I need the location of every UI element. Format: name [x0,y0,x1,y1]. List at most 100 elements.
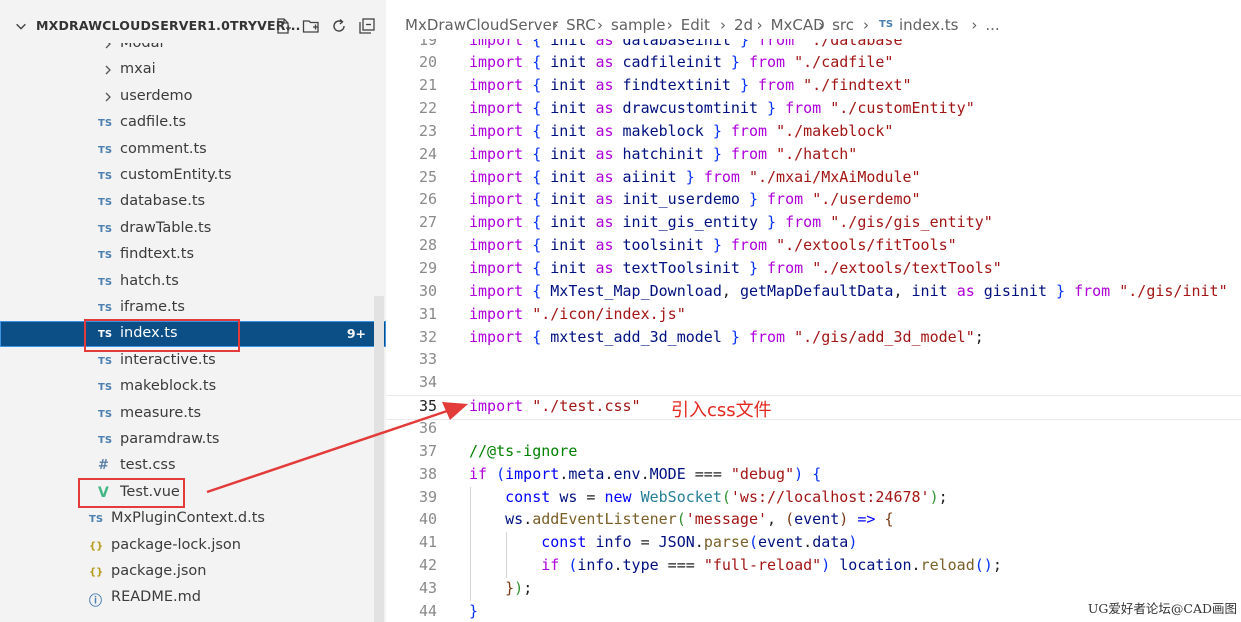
line-number: 30 [418,281,437,300]
file-item-readme-md[interactable]: ⓘ README.md [0,585,386,611]
code-line[interactable]: 24 import { init as hatchinit } from "./h… [386,144,1241,167]
sidebar-scrollbar[interactable] [374,296,384,622]
file-item-hatch-ts[interactable]: TS hatch.ts [0,269,386,295]
code-line[interactable]: 34 [386,372,1241,395]
code-line[interactable]: 32 import { mxtest_add_3d_model } from ".… [386,327,1241,350]
breadcrumb-segment[interactable]: MxDrawCloudServer [405,16,558,34]
file-item-drawtable-ts[interactable]: TS drawTable.ts [0,216,386,242]
code-token: init [550,213,587,232]
file-item-label: test.css [120,457,176,474]
code-token: { [532,121,542,140]
code-token: , [893,281,912,300]
file-item-package-json[interactable]: {} package.json [0,559,386,585]
refresh-icon[interactable] [330,17,348,35]
code-line[interactable]: 40 ws.addEventListener('message', (event… [386,509,1241,532]
collapse-all-icon[interactable] [358,17,376,35]
code-token: "./gis/gis_entity" [830,213,993,232]
code-line[interactable]: 39 const ws = new WebSocket('ws://localh… [386,487,1241,510]
code-line[interactable]: 31 import "./icon/index.js" [386,304,1241,327]
file-item-mxplugincontext-d-ts[interactable]: TS MxPluginContext.d.ts [0,506,386,532]
folder-item-mxai[interactable]: mxai [0,57,386,83]
code-line[interactable]: 21 import { init as findtextinit } from "… [386,75,1241,98]
code-token: gisinit [983,281,1047,300]
breadcrumb-segment[interactable]: src [832,16,854,34]
code-line[interactable]: 29 import { init as textToolsinit } from … [386,258,1241,281]
folder-item-userdemo[interactable]: userdemo [0,84,386,110]
new-folder-icon[interactable] [302,17,320,35]
breadcrumb-separator-icon: › [756,16,763,34]
explorer-header[interactable]: MXDRAWCLOUDSERVER1.0TRYVER... [0,9,386,43]
code-token: as [595,190,614,209]
code-line[interactable]: 41 const info = JSON.parse(event.data) [386,532,1241,555]
code-line[interactable]: 25 import { init as aiinit } from "./mxai… [386,167,1241,190]
breadcrumb-segment[interactable]: sample [611,16,666,34]
chevron-right-icon[interactable] [102,64,114,76]
code-token: addEventListener [532,510,677,529]
code-line[interactable]: 35 import "./test.css" [386,395,1241,421]
chevron-down-icon[interactable] [14,19,28,33]
file-item-customentity-ts[interactable]: TS customEntity.ts [0,163,386,189]
file-item-label: customEntity.ts [120,167,232,183]
file-item-makeblock-ts[interactable]: TS makeblock.ts [0,374,386,400]
file-item-database-ts[interactable]: TS database.ts [0,189,386,215]
breadcrumb-ellipsis[interactable]: ... [985,16,999,34]
code-token: { [532,144,542,163]
code-token: meta [568,464,605,483]
code-editor[interactable]: MxDrawCloudServer › SRC › sample › Edit › 2d › MxC… [386,0,1241,622]
breadcrumb-segment[interactable]: MxCAD [771,16,825,34]
code-line[interactable]: 37 //@ts-ignore [386,441,1241,464]
file-item-measure-ts[interactable]: TS measure.ts [0,401,386,427]
code-line[interactable]: 28 import { init as toolsinit } from "./e… [386,235,1241,258]
code-line[interactable]: 33 [386,349,1241,372]
new-file-icon[interactable] [274,17,292,35]
code-line[interactable]: 26 import { init as init_userdemo } from … [386,189,1241,212]
code-token: . [694,533,704,552]
code-text: import { init as init_gis_entity } from … [469,213,993,231]
file-item-iframe-ts[interactable]: TS iframe.ts [0,295,386,321]
file-item-paramdraw-ts[interactable]: TS paramdraw.ts [0,427,386,453]
code-token: as [595,213,614,232]
code-token: ( [721,487,731,506]
file-item-comment-ts[interactable]: TS comment.ts [0,137,386,163]
file-item-test-vue[interactable]: V Test.vue [0,480,386,506]
code-token: init_gis_entity [622,213,758,232]
chevron-right-icon[interactable] [102,91,114,103]
code-token: ; [974,327,984,346]
code-token: as [595,259,614,277]
code-token: reload [920,556,975,575]
code-line[interactable]: 42 if (info.type === "full-reload") loca… [386,555,1241,578]
code-token: import [469,53,524,72]
breadcrumb-segment[interactable]: SRC [566,16,596,34]
code-line[interactable]: 27 import { init as init_gis_entity } fro… [386,212,1241,235]
breadcrumb-file[interactable]: index.ts [899,16,959,34]
code-token: { [532,327,542,346]
code-line[interactable]: 38 if (import.meta.env.MODE === "debug") … [386,464,1241,487]
code-line[interactable]: 30 import { MxTest_Map_Download, getMapDe… [386,281,1241,304]
code-token: import [469,259,524,277]
indent-guide [505,532,507,578]
line-number: 23 [418,121,437,140]
file-item-package-lock-json[interactable]: {} package-lock.json [0,533,386,559]
code-token: init [550,53,587,72]
code-line[interactable]: 20 import { init as cadfileinit } from ".… [386,52,1241,75]
breadcrumb-segment[interactable]: Edit [681,16,710,34]
typescript-file-icon: TS [98,435,113,446]
line-number: 28 [418,236,437,255]
file-item-findtext-ts[interactable]: TS findtext.ts [0,242,386,268]
breadcrumb-segment[interactable]: 2d [734,16,753,34]
code-line[interactable]: 22 import { init as drawcustomtinit } fro… [386,98,1241,121]
typescript-file-icon: TS [98,355,113,367]
code-line[interactable]: 36 [386,418,1241,441]
code-line[interactable]: 23 import { init as makeblock } from "./m… [386,121,1241,144]
file-item-cadfile-ts[interactable]: TS cadfile.ts [0,110,386,136]
file-item-test-css[interactable]: # test.css [0,453,386,479]
